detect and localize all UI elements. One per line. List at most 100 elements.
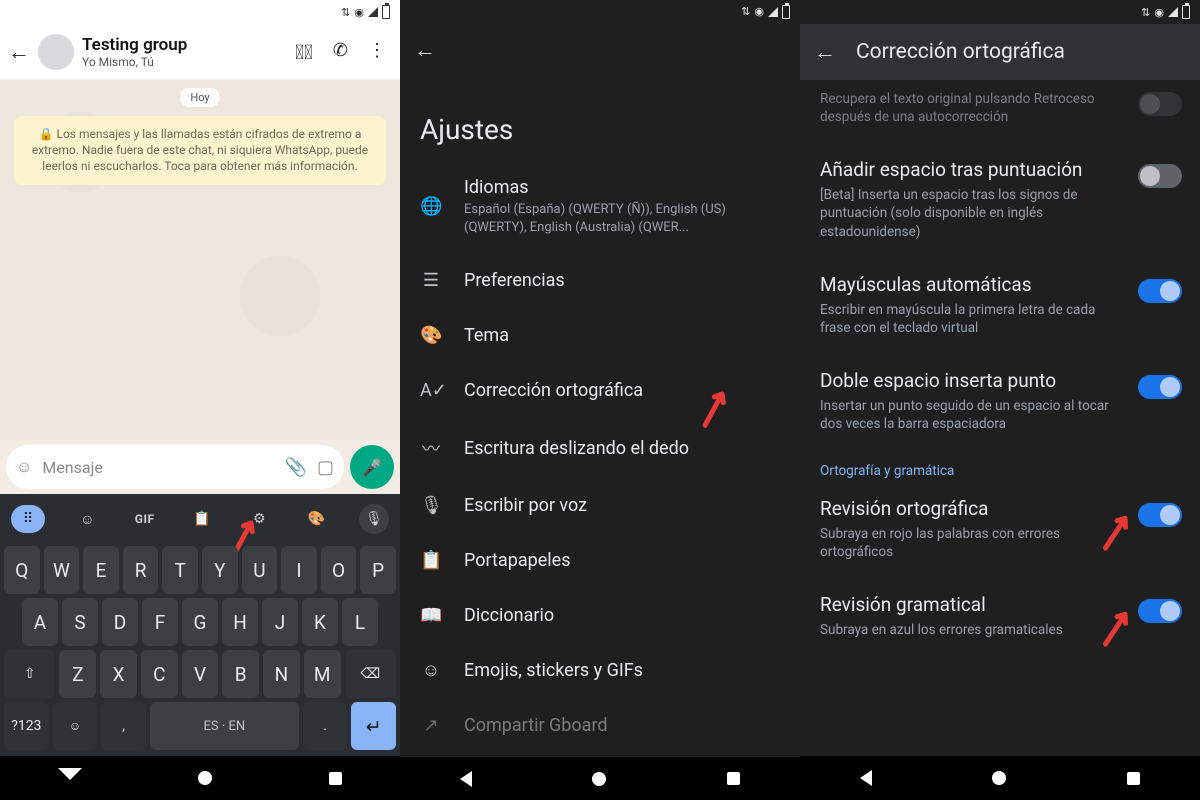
back-icon[interactable]: ←: [414, 37, 436, 63]
palette-icon[interactable]: 🎨: [302, 504, 332, 534]
key-i[interactable]: I: [281, 546, 317, 594]
emoji-icon[interactable]: ☺: [16, 457, 32, 477]
key-g[interactable]: G: [182, 598, 218, 646]
gif-button[interactable]: GIF: [130, 504, 160, 534]
key-x[interactable]: X: [100, 650, 137, 698]
key-t[interactable]: T: [162, 546, 198, 594]
key-f[interactable]: F: [142, 598, 178, 646]
key-r[interactable]: R: [123, 546, 159, 594]
key-j[interactable]: J: [262, 598, 298, 646]
settings-label: Escribir por voz: [464, 495, 780, 516]
message-input[interactable]: ☺ Mensaje 📎 ▢: [6, 445, 344, 489]
group-avatar[interactable]: [38, 34, 74, 70]
key-numbers[interactable]: ?123: [4, 702, 49, 750]
settings-row-preferencias[interactable]: ☰ Preferencias: [400, 253, 800, 308]
settings-list: Recupera el texto original pulsando Retr…: [800, 80, 1200, 756]
nav-recents-icon[interactable]: [329, 772, 342, 785]
toggle[interactable]: [1138, 279, 1182, 303]
setting-undo-autocorrect[interactable]: Recupera el texto original pulsando Retr…: [800, 80, 1200, 142]
settings-row-deslizar[interactable]: 〰 Escritura deslizando el dedo: [400, 418, 800, 478]
voice-typing-icon[interactable]: 🎙: [359, 504, 389, 534]
key-n[interactable]: N: [263, 650, 300, 698]
key-c[interactable]: C: [141, 650, 178, 698]
key-y[interactable]: Y: [202, 546, 238, 594]
chat-subtitle: Yo Mismo, Tú: [82, 55, 287, 69]
setting-sub: Subraya en azul los errores gramaticales: [820, 621, 1124, 639]
key-v[interactable]: V: [182, 650, 219, 698]
key-shift[interactable]: ⇧: [4, 650, 55, 698]
back-icon[interactable]: ←: [814, 39, 836, 65]
more-icon[interactable]: ⋮: [368, 40, 386, 64]
settings-row-emojis[interactable]: ☺ Emojis, stickers y GIFs: [400, 643, 800, 698]
key-o[interactable]: O: [321, 546, 357, 594]
nav-home-icon[interactable]: [992, 771, 1006, 785]
key-space[interactable]: ES · EN: [150, 702, 299, 750]
key-l[interactable]: L: [342, 598, 378, 646]
key-d[interactable]: D: [102, 598, 138, 646]
setting-doble-espacio[interactable]: Doble espacio inserta punto Insertar un …: [800, 353, 1200, 449]
palette-icon: 🎨: [420, 325, 442, 346]
sticker-icon[interactable]: ☺: [72, 504, 102, 534]
keyboard-menu-icon[interactable]: ⠿: [11, 505, 45, 533]
clipboard-icon[interactable]: 📋: [187, 504, 217, 534]
voice-record-button[interactable]: 🎤: [350, 445, 394, 489]
setting-title: Añadir espacio tras puntuación: [820, 158, 1124, 182]
key-period[interactable]: .: [303, 702, 348, 750]
setting-revision-gramatical[interactable]: Revisión gramatical Subraya en azul los …: [800, 577, 1200, 655]
download-icon: ⇅: [1141, 6, 1150, 19]
nav-recents-icon[interactable]: [1127, 772, 1140, 785]
key-w[interactable]: W: [44, 546, 80, 594]
key-enter[interactable]: ↵: [351, 702, 396, 750]
video-call-icon[interactable]: ▢⃞: [295, 40, 313, 64]
key-backspace[interactable]: ⌫: [345, 650, 396, 698]
settings-row-correccion[interactable]: A✓ Corrección ortográfica: [400, 363, 800, 418]
key-comma[interactable]: ☺: [53, 702, 98, 750]
wifi-icon: ◉: [354, 6, 364, 19]
download-icon: ⇅: [741, 5, 750, 18]
voice-call-icon[interactable]: ✆: [333, 40, 348, 64]
toggle[interactable]: [1138, 92, 1182, 116]
setting-mayusculas[interactable]: Mayúsculas automáticas Escribir en mayús…: [800, 257, 1200, 353]
key-s[interactable]: S: [62, 598, 98, 646]
key-m[interactable]: M: [304, 650, 341, 698]
key-emoji[interactable]: ,: [101, 702, 146, 750]
settings-label: Compartir Gboard: [464, 715, 780, 736]
settings-label: Emojis, stickers y GIFs: [464, 660, 780, 681]
message-input-row: ☺ Mensaje 📎 ▢ 🎤: [0, 440, 400, 494]
nav-recents-icon[interactable]: [727, 772, 740, 785]
chat-title-box[interactable]: Testing group Yo Mismo, Tú: [82, 35, 287, 69]
nav-back-icon[interactable]: [860, 770, 872, 786]
nav-home-icon[interactable]: [592, 772, 606, 786]
setting-espacio-puntuacion[interactable]: Añadir espacio tras puntuación [Beta] In…: [800, 142, 1200, 256]
settings-row-idiomas[interactable]: 🌐 Idiomas Español (España) (QWERTY (Ñ)),…: [400, 160, 800, 253]
key-q[interactable]: Q: [4, 546, 40, 594]
key-h[interactable]: H: [222, 598, 258, 646]
toggle[interactable]: [1138, 599, 1182, 623]
key-b[interactable]: B: [222, 650, 259, 698]
key-u[interactable]: U: [242, 546, 278, 594]
settings-label: Tema: [464, 325, 780, 346]
settings-row-portapapeles[interactable]: 📋 Portapapeles: [400, 533, 800, 588]
gear-icon[interactable]: ⚙: [244, 504, 274, 534]
key-k[interactable]: K: [302, 598, 338, 646]
nav-home-icon[interactable]: [198, 771, 212, 785]
toggle[interactable]: [1138, 164, 1182, 188]
key-p[interactable]: P: [360, 546, 396, 594]
encryption-notice[interactable]: 🔒 Los mensajes y las llamadas están cifr…: [14, 116, 386, 185]
toggle[interactable]: [1138, 503, 1182, 527]
setting-revision-ortografica[interactable]: Revisión ortográfica Subraya en rojo las…: [800, 481, 1200, 577]
back-icon[interactable]: ←: [8, 39, 30, 65]
toggle[interactable]: [1138, 375, 1182, 399]
settings-row-tema[interactable]: 🎨 Tema: [400, 308, 800, 363]
gesture-icon: 〰: [420, 435, 442, 461]
nav-back-icon[interactable]: [460, 771, 472, 787]
key-z[interactable]: Z: [59, 650, 96, 698]
attach-icon[interactable]: 📎: [285, 457, 307, 478]
nav-back-icon[interactable]: [58, 768, 82, 788]
settings-row-diccionario[interactable]: 📖 Diccionario: [400, 588, 800, 643]
key-e[interactable]: E: [83, 546, 119, 594]
settings-row-compartir[interactable]: ↗ Compartir Gboard: [400, 698, 800, 753]
key-a[interactable]: A: [22, 598, 58, 646]
camera-icon[interactable]: ▢: [317, 457, 334, 478]
settings-row-voz[interactable]: 🎙 Escribir por voz: [400, 478, 800, 533]
